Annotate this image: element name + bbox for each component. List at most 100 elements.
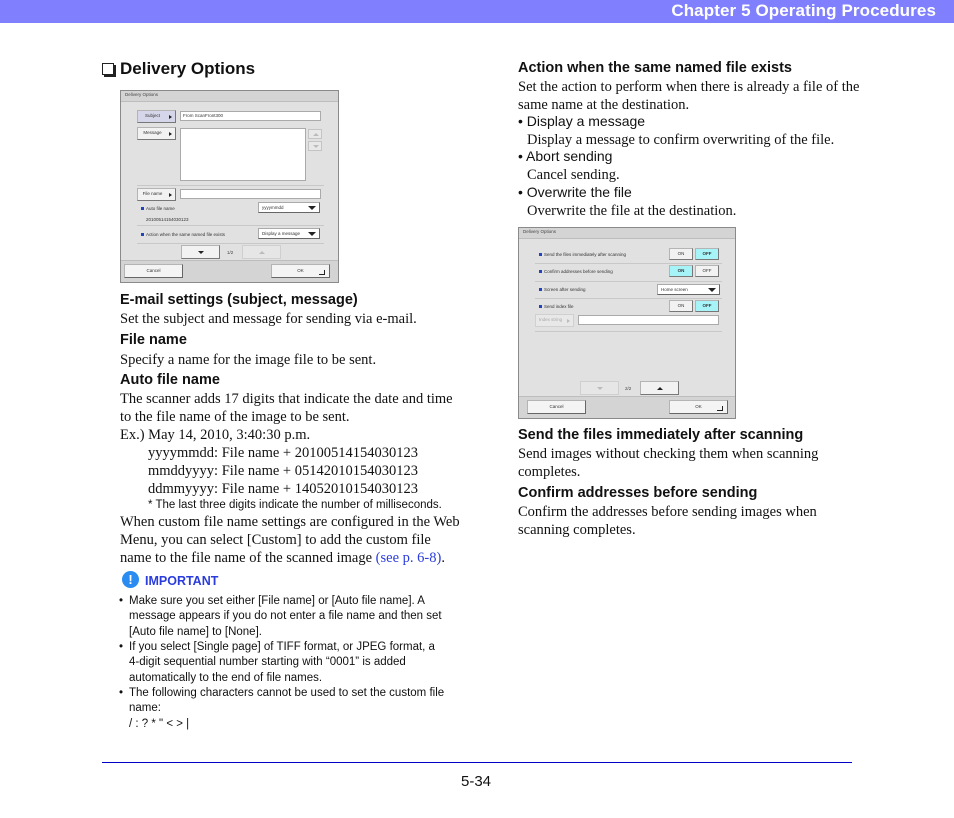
send-immediately-text-2: completes. <box>518 464 581 480</box>
arrow-right-icon <box>169 132 172 136</box>
custom-text-3-body: name to the file name of the scanned ima… <box>120 550 376 566</box>
cancel-button[interactable]: Cancel <box>527 400 586 414</box>
divider <box>535 331 722 332</box>
option-display-message-desc: Display a message to confirm overwriting… <box>527 132 835 148</box>
arrow-down-icon <box>313 145 319 148</box>
screen-titlebar: Delivery Options <box>121 91 338 102</box>
example-intro: Ex.) May 14, 2010, 3:40:30 p.m. <box>120 427 311 443</box>
arrow-down-icon <box>596 387 603 390</box>
action-select[interactable]: Display a message <box>258 228 320 239</box>
screen-bottom-bar: Cancel OK <box>121 260 338 282</box>
important-label: IMPORTANT <box>145 574 219 588</box>
enter-icon <box>717 406 723 411</box>
divider <box>137 185 324 186</box>
divider <box>137 225 324 226</box>
custom-text-1: When custom file name settings are confi… <box>120 514 460 530</box>
example-line: mmddyyyy: File name + 05142010154030123 <box>148 463 418 479</box>
see-page-link[interactable]: (see p. 6-8) <box>376 550 442 566</box>
auto-file-name-example: 20100514154030123 <box>146 217 189 222</box>
page-up-button[interactable] <box>640 381 679 395</box>
auto-file-name-text-1: The scanner adds 17 digits that indicate… <box>120 391 453 407</box>
arrow-up-icon <box>258 251 265 254</box>
page-indicator: 1/2 <box>227 250 234 255</box>
checkbox-square-icon <box>102 63 114 75</box>
page-down-button[interactable] <box>580 381 619 395</box>
option-abort-sending: • Abort sending <box>518 148 613 164</box>
chapter-header-bar: Chapter 5 Operating Procedures <box>0 0 954 23</box>
action-text-1: Set the action to perform when there is … <box>518 79 860 95</box>
option-overwrite: • Overwrite the file <box>518 184 632 200</box>
option-overwrite-desc: Overwrite the file at the destination. <box>527 203 737 219</box>
confirm-addresses-text-1: Confirm the addresses before sending ima… <box>518 504 817 520</box>
screen-titlebar: Delivery Options <box>519 228 735 239</box>
bullet-icon: • <box>119 595 124 607</box>
send-immediately-text-1: Send images without checking them when s… <box>518 446 819 462</box>
send-index-file-off[interactable]: OFF <box>695 300 719 312</box>
index-string-button[interactable]: Index string <box>535 314 574 327</box>
action-text-2: same name at the destination. <box>518 97 690 113</box>
setting-marker-icon <box>141 207 144 210</box>
divider <box>535 281 722 282</box>
screen-after-sending-select[interactable]: Home screen <box>657 284 720 295</box>
arrow-up-icon <box>313 133 319 136</box>
send-immediately-off[interactable]: OFF <box>695 248 719 260</box>
confirm-addresses-off[interactable]: OFF <box>695 265 719 277</box>
arrow-right-icon <box>169 193 172 197</box>
send-immediately-on[interactable]: ON <box>669 248 693 260</box>
email-settings-heading: E-mail settings (subject, message) <box>120 292 358 308</box>
auto-file-name-select[interactable]: yyyymmdd <box>258 202 320 213</box>
page-down-button[interactable] <box>181 245 220 259</box>
exclamation-icon: ! <box>122 571 139 588</box>
divider <box>535 263 722 264</box>
cancel-button[interactable]: Cancel <box>124 264 183 278</box>
screen-after-sending-label: Screen after sending <box>544 287 586 292</box>
file-name-heading: File name <box>120 332 187 348</box>
subject-button[interactable]: Subject <box>137 110 176 123</box>
enter-icon <box>319 270 325 275</box>
arrow-right-icon <box>169 115 172 119</box>
file-name-button[interactable]: File name <box>137 188 176 201</box>
custom-text-3-end: . <box>441 550 445 566</box>
confirm-addresses-label: Confirm addresses before sending <box>544 269 613 274</box>
screen-title: Delivery Options <box>523 229 557 234</box>
chapter-title: Chapter 5 Operating Procedures <box>671 1 936 20</box>
bullet-icon: • <box>119 687 124 699</box>
index-string-field[interactable] <box>578 315 719 325</box>
ok-button[interactable]: OK <box>669 400 728 414</box>
auto-file-name-text-2: to the file name of the image to be sent… <box>120 409 350 425</box>
dropdown-arrow-icon <box>708 288 716 292</box>
message-button[interactable]: Message <box>137 127 176 140</box>
divider <box>535 298 722 299</box>
delivery-options-screen-1: Delivery Options Subject From ScanFront3… <box>120 90 339 283</box>
scroll-up-button[interactable] <box>308 129 322 139</box>
example-line: yyyymmdd: File name + 20100514154030123 <box>148 445 418 461</box>
setting-marker-icon <box>539 288 542 291</box>
confirm-addresses-heading: Confirm addresses before sending <box>518 485 758 501</box>
setting-marker-icon <box>539 270 542 273</box>
subject-field[interactable]: From ScanFront300 <box>180 111 321 121</box>
confirm-addresses-text-2: scanning completes. <box>518 522 636 538</box>
screen-title: Delivery Options <box>125 92 159 97</box>
delivery-options-screen-2: Delivery Options Send the files immediat… <box>518 227 736 419</box>
setting-marker-icon <box>141 233 144 236</box>
setting-marker-icon <box>539 253 542 256</box>
file-name-text: Specify a name for the image file to be … <box>120 352 377 368</box>
confirm-addresses-on[interactable]: ON <box>669 265 693 277</box>
arrow-down-icon <box>197 251 204 254</box>
divider <box>137 243 324 244</box>
milliseconds-note: * The last three digits indicate the num… <box>148 499 442 511</box>
send-index-file-on[interactable]: ON <box>669 300 693 312</box>
auto-file-name-label: Auto file name <box>146 206 175 211</box>
screen-bottom-bar: Cancel OK <box>519 396 735 418</box>
setting-marker-icon <box>539 305 542 308</box>
ok-button[interactable]: OK <box>271 264 330 278</box>
option-display-message: • Display a message <box>518 113 646 129</box>
page-number: 5-34 <box>461 773 492 790</box>
option-abort-sending-desc: Cancel sending. <box>527 167 620 183</box>
dropdown-arrow-icon <box>308 206 316 210</box>
file-name-field[interactable] <box>180 189 321 199</box>
message-field[interactable] <box>180 128 306 181</box>
scroll-down-button[interactable] <box>308 141 322 151</box>
page-up-button[interactable] <box>242 245 281 259</box>
arrow-right-icon <box>567 319 570 323</box>
